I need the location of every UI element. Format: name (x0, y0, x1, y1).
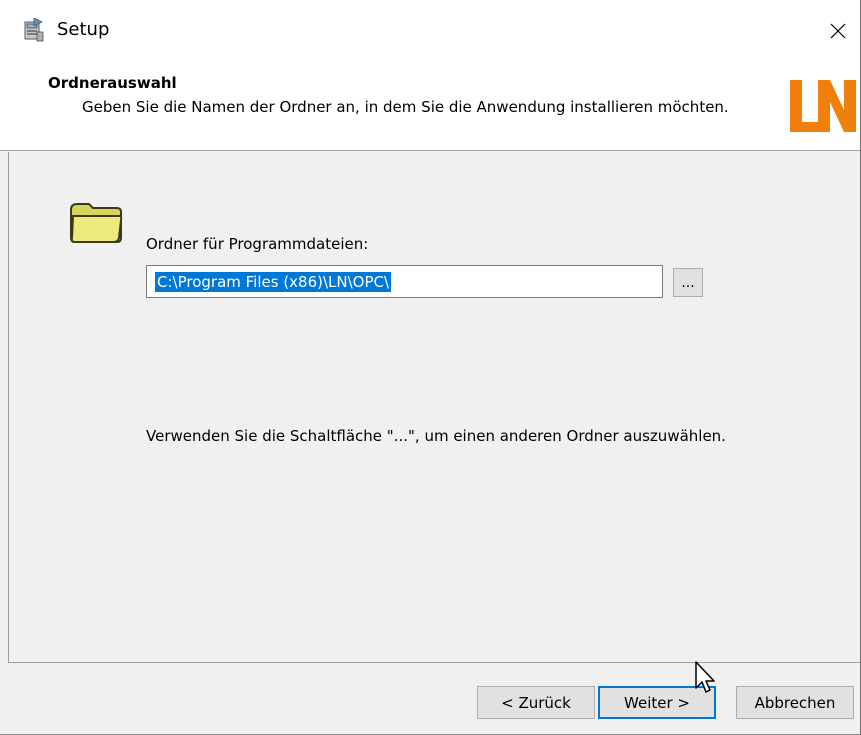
ln-logo (790, 80, 856, 132)
close-button[interactable] (815, 0, 860, 62)
cancel-button[interactable]: Abbrechen (736, 686, 854, 719)
program-folder-label: Ordner für Programmdateien: (146, 235, 369, 253)
mouse-cursor-icon (695, 661, 715, 693)
header-banner: Ordnerauswahl Geben Sie die Namen der Or… (0, 62, 860, 151)
folder-icon (70, 203, 123, 243)
install-path-value: C:\Program Files (x86)\LN\OPC\ (155, 271, 392, 292)
close-icon (830, 23, 845, 39)
setup-window: Setup Ordnerauswahl Geben Sie die Namen … (0, 0, 861, 735)
setup-installer-icon (24, 18, 44, 42)
content-area: Ordner für Programmdateien: C:\Program F… (8, 152, 861, 662)
browse-hint: Verwenden Sie die Schaltfläche "...", um… (146, 427, 726, 445)
banner-subtitle: Geben Sie die Namen der Ordner an, in de… (82, 98, 729, 116)
install-path-input[interactable]: C:\Program Files (x86)\LN\OPC\ (146, 265, 663, 298)
browse-button[interactable]: ... (673, 268, 703, 297)
back-button[interactable]: < Zurück (477, 686, 595, 719)
banner-title: Ordnerauswahl (48, 74, 177, 92)
footer-separator (8, 662, 860, 663)
window-title: Setup (57, 19, 110, 40)
title-bar: Setup (0, 0, 860, 62)
